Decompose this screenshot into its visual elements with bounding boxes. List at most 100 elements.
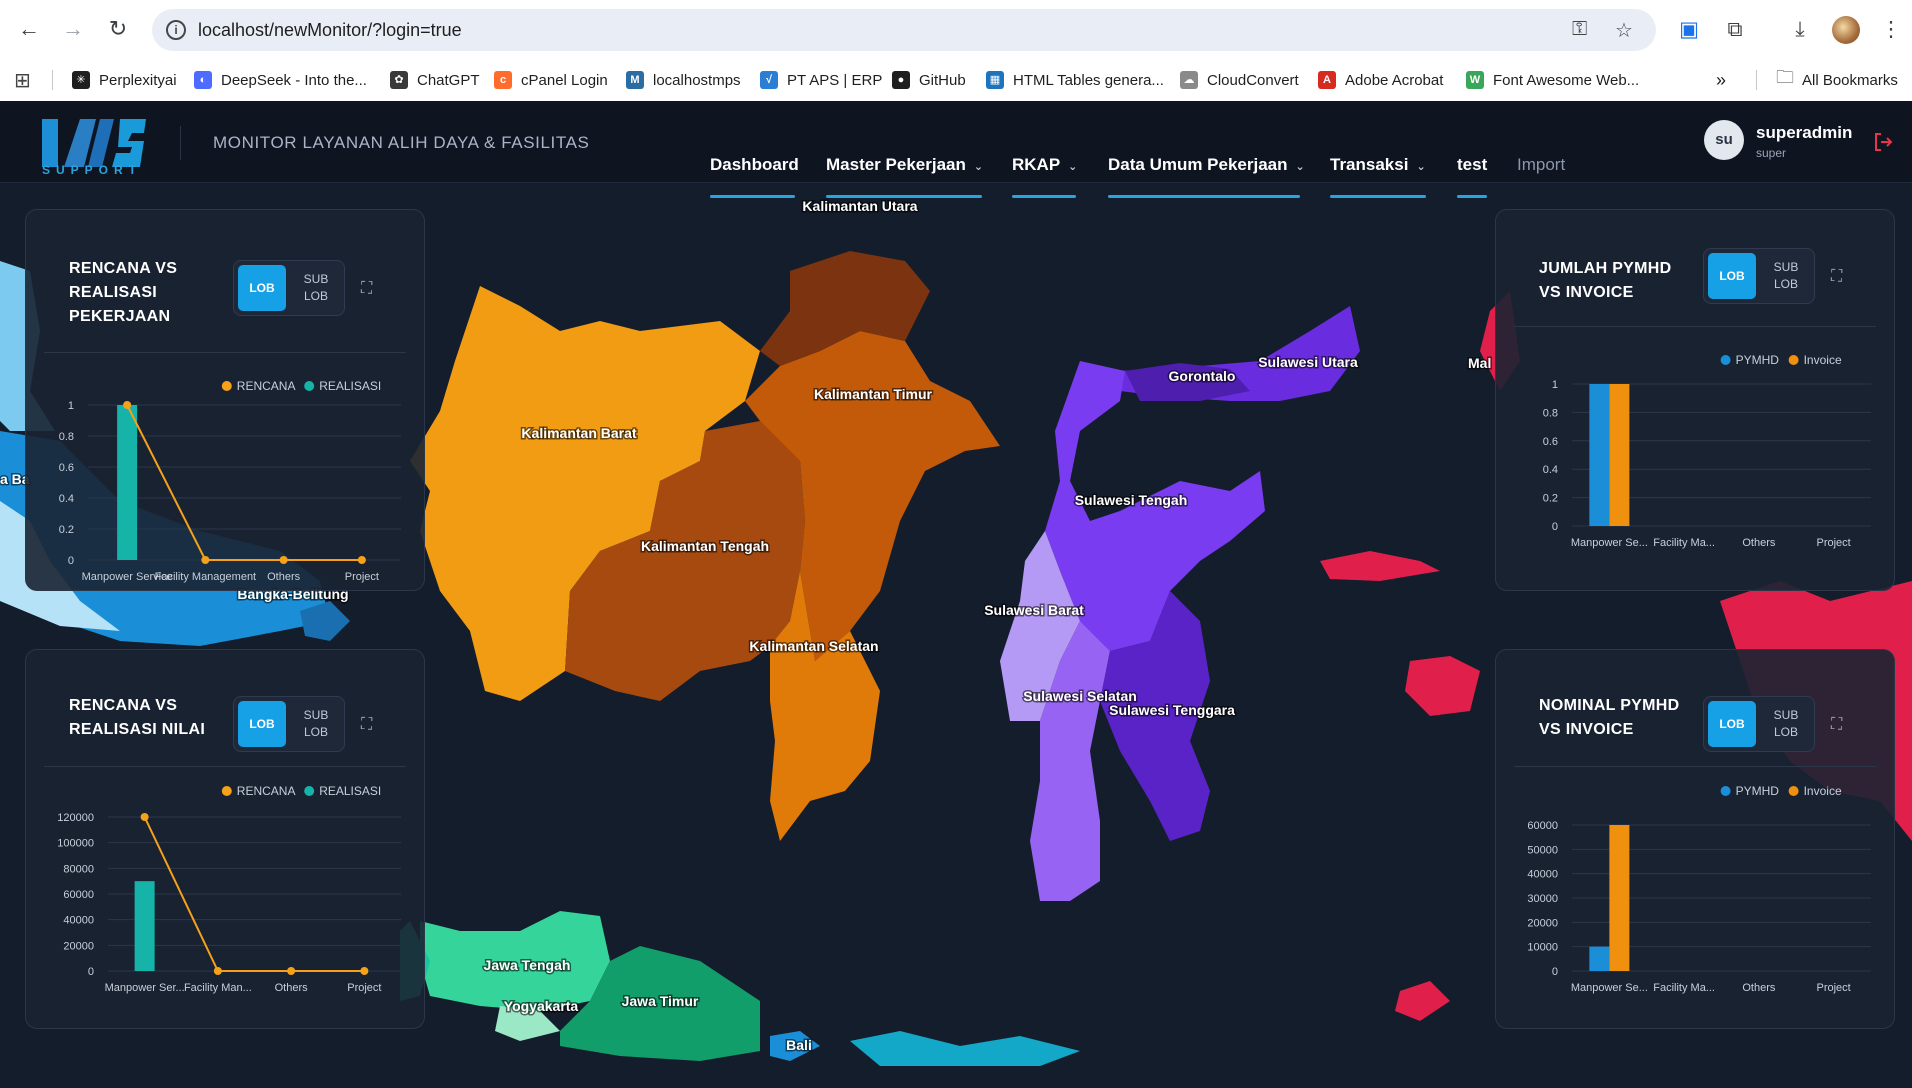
expand-icon[interactable]: ⛶ [1831,268,1849,286]
province-maluku-seram[interactable] [1405,656,1480,716]
sub-lob-line: LOB [1773,277,1798,291]
profile-avatar-icon[interactable] [1832,16,1860,44]
panel-title: JUMLAH PYMHD VS INVOICE [1539,257,1672,305]
bookmarks-overflow-chevron[interactable]: » [1716,68,1726,92]
chart-x-tick-label: Others [267,571,301,583]
chart-x-tick-label: Facility Ma... [1653,537,1715,549]
chart-legend-marker [304,381,315,391]
back-arrow-icon[interactable]: ← [12,12,46,46]
browser-menu-icon[interactable]: ⋮ [1876,15,1906,45]
app-viewport: Kalimantan Utara Kalimantan Timur Kalima… [0,101,1912,1088]
chart-x-tick-label: Manpower Se... [1571,982,1648,994]
map-label-sulawesi-tengah: Sulawesi Tengah [1075,492,1188,508]
expand-icon[interactable]: ⛶ [361,716,379,734]
expand-icon[interactable]: ⛶ [361,280,379,298]
chart-x-tick-label: Manpower Se... [1571,537,1648,549]
bookmark-star-icon[interactable]: ☆ [1615,18,1633,43]
nav-test[interactable]: test [1457,155,1487,185]
forward-arrow-icon[interactable]: → [56,12,90,46]
province-maluku-tenggara[interactable] [1395,981,1450,1021]
lob-toggle: LOB SUB LOB [1703,696,1815,752]
lob-toggle: LOB SUB LOB [233,696,345,752]
bookmark-favicon-icon: √ [760,71,778,89]
address-bar[interactable]: i localhost/newMonitor/?login=true ⚿ ☆ [152,9,1656,51]
reload-icon[interactable]: ↻ [101,12,135,46]
bookmark-label: Perplexityai [99,71,177,89]
all-bookmarks-button[interactable]: 🗀 All Bookmarks [1776,67,1898,92]
chart-y-tick-label: 0 [88,966,94,978]
nav-data-umum-pekerjaan[interactable]: Data Umum Pekerjaan ⌄ [1108,155,1305,185]
panel-title: NOMINAL PYMHD VS INVOICE [1539,694,1680,742]
chart-point [357,556,366,564]
sub-lob-button[interactable]: SUB LOB [292,271,340,305]
password-key-icon[interactable]: ⚿ [1572,18,1587,41]
sub-lob-line: SUB [1773,260,1799,274]
chart-x-tick-label: Facility Man... [184,982,252,994]
bookmark-item[interactable]: ▦ HTML Tables genera... [986,68,1164,92]
chart-legend-label: PYMHD [1736,353,1780,367]
screen-capture-icon[interactable]: ▣ [1674,15,1704,45]
nav-underline [1457,195,1487,198]
chart-point [279,556,288,564]
chart-y-tick-label: 0.8 [59,431,74,443]
panel-divider [44,766,406,767]
header-divider [180,126,181,160]
lob-button[interactable]: LOB [1708,253,1756,299]
map-label-yogyakarta: Yogyakarta [504,998,579,1014]
lob-button[interactable]: LOB [1708,701,1756,747]
bookmark-item[interactable]: ● GitHub [892,68,966,92]
chart-y-tick-label: 40000 [1527,869,1558,881]
nav-import[interactable]: Import [1517,155,1565,185]
chart-legend-label: REALISASI [319,379,381,393]
chart-legend-label: PYMHD [1736,784,1780,798]
sub-lob-button[interactable]: SUB LOB [1762,707,1810,741]
chart-y-tick-label: 0.8 [1543,407,1558,419]
bookmark-item[interactable]: W Font Awesome Web... [1466,68,1639,92]
province-maluku-island[interactable] [1320,551,1440,581]
chart-nominal-pymhd-invoice: 0 10000 20000 30000 40000 50000 60000 Manpower … [1527,784,1871,994]
bookmark-item[interactable]: Mlocalhostmps [626,68,741,92]
nav-data-umum-label: Data Umum Pekerjaan [1108,155,1288,174]
chart-y-tick-label: 40000 [63,915,94,927]
chart-legend-label: RENCANA [237,784,296,798]
bookmark-item[interactable]: √ PT APS | ERP [760,68,882,92]
chart-legend-label: Invoice [1804,353,1842,367]
bookmark-item[interactable]: c cPanel Login [494,68,608,92]
bookmark-item[interactable]: ◐ DeepSeek - Into the... [194,68,367,92]
chart-point [201,556,210,564]
sub-lob-button[interactable]: SUB LOB [1762,259,1810,293]
nav-transaksi[interactable]: Transaksi ⌄ [1330,155,1426,185]
bookmark-item[interactable]: ✳ Perplexityai [72,68,177,92]
chart-legend-marker [221,381,232,391]
panel-title-line: RENCANA VS [69,260,178,277]
lob-button[interactable]: LOB [238,265,286,311]
user-name: superadmin [1756,123,1853,142]
panel-title-line: JUMLAH PYMHD [1539,260,1672,277]
user-avatar[interactable]: su [1704,120,1744,160]
nav-master-pekerjaan[interactable]: Master Pekerjaan ⌄ [826,155,983,185]
panel-rencana-vs-realisasi-pekerjaan: RENCANA VS REALISASI PEKERJAAN LOB SUB L… [25,209,425,591]
sub-lob-button[interactable]: SUB LOB [292,707,340,741]
lob-button[interactable]: LOB [238,701,286,747]
chart-legend-marker [1788,786,1799,796]
province-nusa-tenggara[interactable] [850,1031,1080,1066]
nav-rkap[interactable]: RKAP ⌄ [1012,155,1077,185]
apps-grid-icon[interactable]: ⊞ [14,68,31,93]
bookmark-label: HTML Tables genera... [1013,71,1164,89]
nav-underline [1012,195,1076,198]
download-icon[interactable]: ⤓ [1785,15,1815,45]
nav-rkap-label: RKAP [1012,155,1061,174]
chart-y-tick-label: 10000 [1527,942,1558,954]
address-url[interactable]: localhost/newMonitor/?login=true [198,20,462,41]
chart-legend-label: REALISASI [319,784,381,798]
bookmark-item[interactable]: ☁ CloudConvert [1180,68,1299,92]
sub-lob-line: SUB [303,272,329,286]
site-info-icon[interactable]: i [166,20,186,40]
bookmark-favicon-icon: c [494,71,512,89]
extensions-puzzle-icon[interactable]: ⧉ [1720,15,1750,45]
bookmark-item[interactable]: ✿ ChatGPT [390,68,480,92]
logout-icon[interactable] [1872,131,1894,153]
expand-icon[interactable]: ⛶ [1831,716,1849,734]
bookmark-item[interactable]: A Adobe Acrobat [1318,68,1443,92]
nav-dashboard[interactable]: Dashboard [710,155,799,185]
